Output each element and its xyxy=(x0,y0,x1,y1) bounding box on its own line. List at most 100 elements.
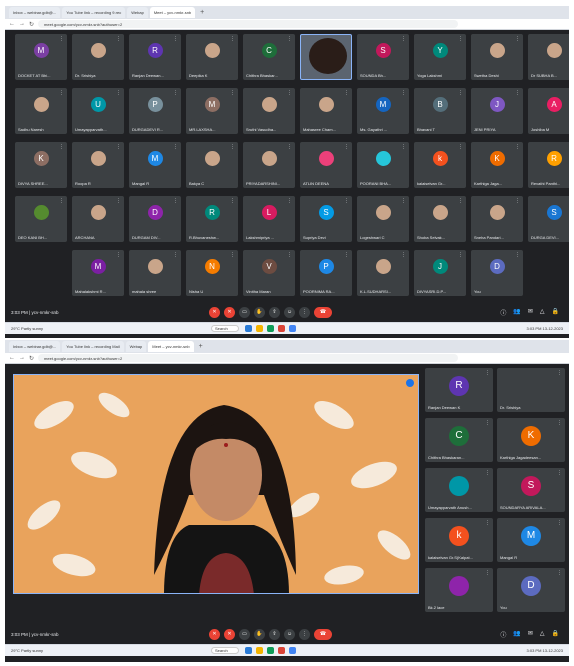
weather-widget[interactable]: 29°C Partly sunny xyxy=(11,326,211,331)
participant-tile[interactable]: M ⋮ Mangal R xyxy=(497,518,565,562)
tile-menu-icon[interactable]: ⋮ xyxy=(485,370,490,376)
camera-off-button[interactable]: ✕ xyxy=(224,628,235,640)
participant-tile[interactable]: D ⋮ You xyxy=(497,568,565,612)
tile-menu-icon[interactable]: ⋮ xyxy=(230,144,235,150)
participant-tile[interactable]: ⋮ Dr. Srishiya xyxy=(497,368,565,412)
tile-menu-icon[interactable]: ⋮ xyxy=(344,252,349,258)
participant-tile[interactable]: R ⋮ Ranjan Deewan K xyxy=(425,368,493,412)
participant-tile[interactable]: M ⋮ Mahalakshmi R... xyxy=(72,250,124,296)
raise-hand-button[interactable]: ✋ xyxy=(254,306,265,318)
participant-tile[interactable]: C ⋮ Chithra Bhaskar... xyxy=(243,34,295,80)
edge-icon[interactable] xyxy=(267,647,274,654)
participant-tile[interactable]: ⋮ Umayapparvath Anush... xyxy=(425,468,493,512)
file-explorer-icon[interactable] xyxy=(256,325,263,332)
participant-tile[interactable]: R⋮Revathi Panthi... xyxy=(528,142,569,188)
browser-tab[interactable]: Inbox – webinar.gdb@... xyxy=(9,7,61,18)
participant-tile[interactable]: k ⋮ kalaiselvan Gr... xyxy=(414,142,466,188)
tile-menu-icon[interactable]: ⋮ xyxy=(557,470,562,476)
participant-tile[interactable]: B ⋮ Bhavani T xyxy=(414,88,466,134)
new-tab-icon[interactable]: + xyxy=(197,9,207,16)
url-input[interactable]: meet.google.com/ycv-nmkr-snb?authuser=2 xyxy=(38,354,459,362)
presenter-video[interactable] xyxy=(13,374,419,594)
edge-icon[interactable] xyxy=(267,325,274,332)
active-speaker-tile[interactable] xyxy=(300,34,352,80)
tile-menu-icon[interactable]: ⋮ xyxy=(230,252,235,258)
participant-tile[interactable]: J ⋮ DIVYASRI.D.P... xyxy=(414,250,466,296)
present-button[interactable]: ⇧ xyxy=(269,306,280,318)
reload-icon[interactable]: ↻ xyxy=(29,21,34,28)
tile-menu-icon[interactable]: ⋮ xyxy=(173,252,178,258)
activities-icon[interactable]: △ xyxy=(540,308,545,317)
tile-menu-icon[interactable]: ⋮ xyxy=(458,252,463,258)
tile-menu-icon[interactable]: ⋮ xyxy=(173,198,178,204)
participant-tile[interactable]: M ⋮ Mangal R xyxy=(129,142,181,188)
participant-tile[interactable]: M ⋮ DOCKET AT Bhi... xyxy=(15,34,67,80)
tile-menu-icon[interactable]: ⋮ xyxy=(173,36,178,42)
tile-menu-icon[interactable]: ⋮ xyxy=(557,420,562,426)
new-tab-icon[interactable]: + xyxy=(196,343,206,350)
chrome-icon[interactable] xyxy=(278,325,285,332)
captions-button[interactable]: ▭ xyxy=(239,628,250,640)
participant-tile[interactable]: ⋮ Bakya C xyxy=(186,142,238,188)
tile-menu-icon[interactable]: ⋮ xyxy=(344,90,349,96)
present-button[interactable]: ⇧ xyxy=(269,628,280,640)
tile-menu-icon[interactable]: ⋮ xyxy=(515,36,520,42)
store-icon[interactable] xyxy=(289,647,296,654)
participant-tile[interactable]: U ⋮ Umayapparvath... xyxy=(72,88,124,134)
tile-menu-icon[interactable]: ⋮ xyxy=(59,36,64,42)
tile-menu-icon[interactable]: ⋮ xyxy=(401,252,406,258)
chat-icon[interactable]: ✉ xyxy=(528,630,533,639)
participant-tile[interactable]: ⋮ Sadhu Naresh xyxy=(15,88,67,134)
participant-tile[interactable]: D ⋮ You xyxy=(471,250,523,296)
tile-menu-icon[interactable]: ⋮ xyxy=(485,520,490,526)
tile-menu-icon[interactable]: ⋮ xyxy=(557,570,562,576)
tile-menu-icon[interactable]: ⋮ xyxy=(116,198,121,204)
tile-menu-icon[interactable]: ⋮ xyxy=(557,370,562,376)
participant-tile[interactable]: R ⋮ Ranjan Deewan... xyxy=(129,34,181,80)
tile-menu-icon[interactable]: ⋮ xyxy=(59,144,64,150)
end-call-button[interactable]: ☎ xyxy=(314,628,332,640)
participant-tile[interactable]: ⋮ Bk.2 lace xyxy=(425,568,493,612)
lock-icon[interactable]: 🔒 xyxy=(552,630,559,639)
participant-tile[interactable]: D ⋮ DURGAM DIV... xyxy=(129,196,181,242)
participant-tile[interactable]: S ⋮ SOUNDARYA ARIVALA... xyxy=(497,468,565,512)
tile-menu-icon[interactable]: ⋮ xyxy=(230,90,235,96)
end-call-button[interactable]: ☎ xyxy=(314,306,332,318)
browser-tab[interactable]: Inbox – webinar.gdb@... xyxy=(9,341,61,352)
people-icon[interactable]: 👥 xyxy=(513,630,520,639)
tile-menu-icon[interactable]: ⋮ xyxy=(287,198,292,204)
participant-tile[interactable]: S⋮DURGA DEVI... xyxy=(528,196,569,242)
participant-tile[interactable]: ⋮ Logeshwari C xyxy=(357,196,409,242)
tile-menu-icon[interactable]: ⋮ xyxy=(485,570,490,576)
tile-menu-icon[interactable]: ⋮ xyxy=(557,520,562,526)
tile-menu-icon[interactable]: ⋮ xyxy=(116,36,121,42)
tile-menu-icon[interactable]: ⋮ xyxy=(458,198,463,204)
tile-menu-icon[interactable]: ⋮ xyxy=(485,420,490,426)
participant-tile[interactable]: ⋮ K.L.SUDHARSI... xyxy=(357,250,409,296)
tile-menu-icon[interactable]: ⋮ xyxy=(515,90,520,96)
tile-menu-icon[interactable]: ⋮ xyxy=(116,252,121,258)
participant-tile[interactable]: ⋮ Deepika K xyxy=(186,34,238,80)
participant-tile[interactable]: K ⋮ Karthiga Jaga... xyxy=(471,142,523,188)
tile-menu-icon[interactable]: ⋮ xyxy=(485,470,490,476)
tile-menu-icon[interactable]: ⋮ xyxy=(401,198,406,204)
participant-tile[interactable]: ⋮ PRIYADARSHINI... xyxy=(243,142,295,188)
participant-tile[interactable]: ⋮ Shoba Selvak... xyxy=(414,196,466,242)
participant-tile[interactable]: K ⋮ Karthiga Jagadeesan... xyxy=(497,418,565,462)
people-icon[interactable]: 👥 xyxy=(513,308,520,317)
info-icon[interactable]: ⓘ xyxy=(500,630,506,639)
more-options-button[interactable]: ⋮ xyxy=(299,306,310,318)
participant-tile[interactable]: ⋮ DEO KANI BH... xyxy=(15,196,67,242)
emoji-button[interactable]: ☺ xyxy=(284,306,295,318)
participant-tile[interactable]: L ⋮ Lakshmipriya ... xyxy=(243,196,295,242)
tile-menu-icon[interactable]: ⋮ xyxy=(401,144,406,150)
captions-button[interactable]: ▭ xyxy=(239,306,250,318)
url-input[interactable]: meet.google.com/ycv-nmkr-snb?authuser=2 xyxy=(38,20,459,28)
participant-tile[interactable]: N ⋮ Nisha U xyxy=(186,250,238,296)
forward-icon[interactable]: → xyxy=(19,355,25,361)
start-icon[interactable] xyxy=(245,325,252,332)
participant-tile[interactable]: Y ⋮ Yoga Lakshmi xyxy=(414,34,466,80)
participant-tile[interactable]: R ⋮ R.Bhuvaneshw... xyxy=(186,196,238,242)
mic-off-button[interactable]: ✕ xyxy=(209,628,220,640)
tile-menu-icon[interactable]: ⋮ xyxy=(287,36,292,42)
